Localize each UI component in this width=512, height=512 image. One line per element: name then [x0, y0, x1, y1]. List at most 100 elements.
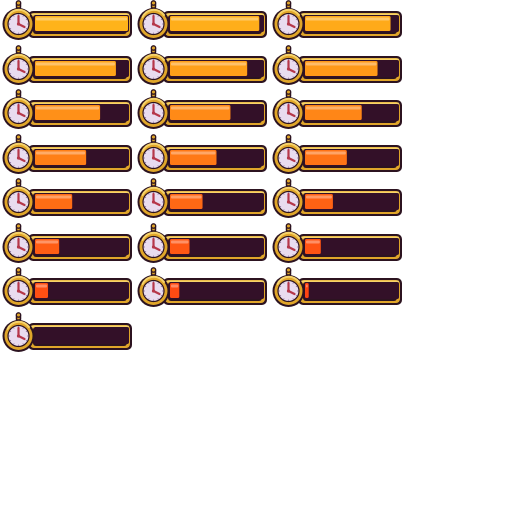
clock-tick	[144, 107, 147, 110]
clock-tick	[160, 107, 163, 110]
timer-bar-graphic	[2, 312, 132, 352]
bar-track	[304, 282, 399, 299]
clock-tick	[13, 165, 15, 167]
clock-pivot	[16, 22, 21, 26]
stopwatch-icon	[272, 178, 305, 218]
clock-tick	[160, 116, 163, 119]
stopwatch-ring	[150, 0, 157, 6]
clock-tick	[292, 104, 294, 106]
clock-tick	[295, 205, 298, 208]
clock-tick	[144, 294, 147, 297]
timer-bar-graphic	[137, 267, 267, 307]
timer-bar-frame	[135, 223, 269, 267]
clock-tick	[25, 241, 28, 244]
clock-tick	[22, 76, 24, 78]
clock-tick	[292, 15, 294, 17]
progress-fill-shine	[36, 62, 115, 66]
stopwatch-icon	[137, 0, 170, 40]
clock-tick	[160, 63, 163, 66]
clock-tick	[292, 282, 294, 284]
clock-tick	[295, 116, 298, 119]
stopwatch-ring	[285, 89, 292, 95]
clock-tick	[160, 196, 163, 199]
stopwatch-ring	[150, 223, 157, 229]
timer-bar-frame	[135, 267, 269, 311]
clock-tick	[295, 18, 298, 21]
clock-tick	[160, 152, 163, 155]
clock-tick	[25, 27, 28, 30]
clock-tick	[25, 18, 28, 21]
clock-tick	[148, 104, 150, 106]
clock-tick	[148, 282, 150, 284]
stopwatch-icon	[2, 312, 35, 352]
timer-bar-graphic	[2, 45, 132, 85]
clock-tick	[148, 60, 150, 62]
clock-tick	[148, 238, 150, 240]
stopwatch-ring	[150, 134, 157, 140]
clock-pivot	[286, 111, 291, 115]
timer-bar-frame	[0, 134, 134, 178]
clock-tick	[144, 161, 147, 164]
clock-tick	[157, 120, 159, 122]
clock-tick	[25, 63, 28, 66]
clock-tick	[157, 209, 159, 211]
clock-tick	[292, 149, 294, 151]
clock-tick	[157, 149, 159, 151]
timer-bar-frame	[0, 267, 134, 311]
timer-sprite-sheet	[0, 0, 512, 512]
progress-fill-shine	[36, 106, 100, 110]
stopwatch-ring	[15, 89, 22, 95]
clock-tick	[292, 298, 294, 300]
clock-tick	[22, 254, 24, 256]
clock-tick	[25, 339, 28, 342]
clock-tick	[283, 60, 285, 62]
clock-tick	[22, 120, 24, 122]
clock-tick	[279, 241, 282, 244]
progress-fill-shine	[306, 62, 377, 66]
clock-tick	[25, 205, 28, 208]
clock-tick	[283, 76, 285, 78]
stopwatch-icon	[2, 45, 35, 85]
stopwatch-ring	[285, 134, 292, 140]
clock-tick	[144, 18, 147, 21]
stopwatch-icon	[137, 134, 170, 174]
clock-tick	[160, 250, 163, 253]
clock-tick	[9, 339, 12, 342]
clock-tick	[157, 298, 159, 300]
timer-bar-frame	[270, 223, 404, 267]
stopwatch-icon	[137, 45, 170, 85]
clock-tick	[13, 298, 15, 300]
clock-tick	[295, 63, 298, 66]
timer-bar-frame	[135, 178, 269, 222]
stopwatch-ring	[285, 0, 292, 6]
clock-pivot	[286, 67, 291, 71]
clock-tick	[160, 294, 163, 297]
clock-tick	[295, 196, 298, 199]
clock-tick	[144, 285, 147, 288]
clock-pivot	[16, 289, 21, 293]
clock-tick	[25, 250, 28, 253]
timer-bar-frame	[270, 89, 404, 133]
stopwatch-icon	[2, 267, 35, 307]
clock-tick	[292, 209, 294, 211]
clock-tick	[25, 116, 28, 119]
clock-tick	[148, 209, 150, 211]
clock-tick	[9, 27, 12, 30]
clock-tick	[9, 196, 12, 199]
clock-tick	[144, 116, 147, 119]
progress-fill-shine	[306, 284, 308, 288]
progress-fill-shine	[171, 106, 230, 110]
clock-tick	[292, 254, 294, 256]
bar-track	[169, 282, 264, 299]
clock-tick	[13, 149, 15, 151]
clock-tick	[157, 193, 159, 195]
clock-tick	[295, 294, 298, 297]
clock-tick	[283, 298, 285, 300]
timer-bar-graphic	[272, 223, 402, 263]
clock-tick	[279, 152, 282, 155]
stopwatch-icon	[272, 134, 305, 174]
timer-bar-frame	[0, 223, 134, 267]
clock-tick	[157, 15, 159, 17]
clock-pivot	[16, 67, 21, 71]
clock-tick	[25, 294, 28, 297]
